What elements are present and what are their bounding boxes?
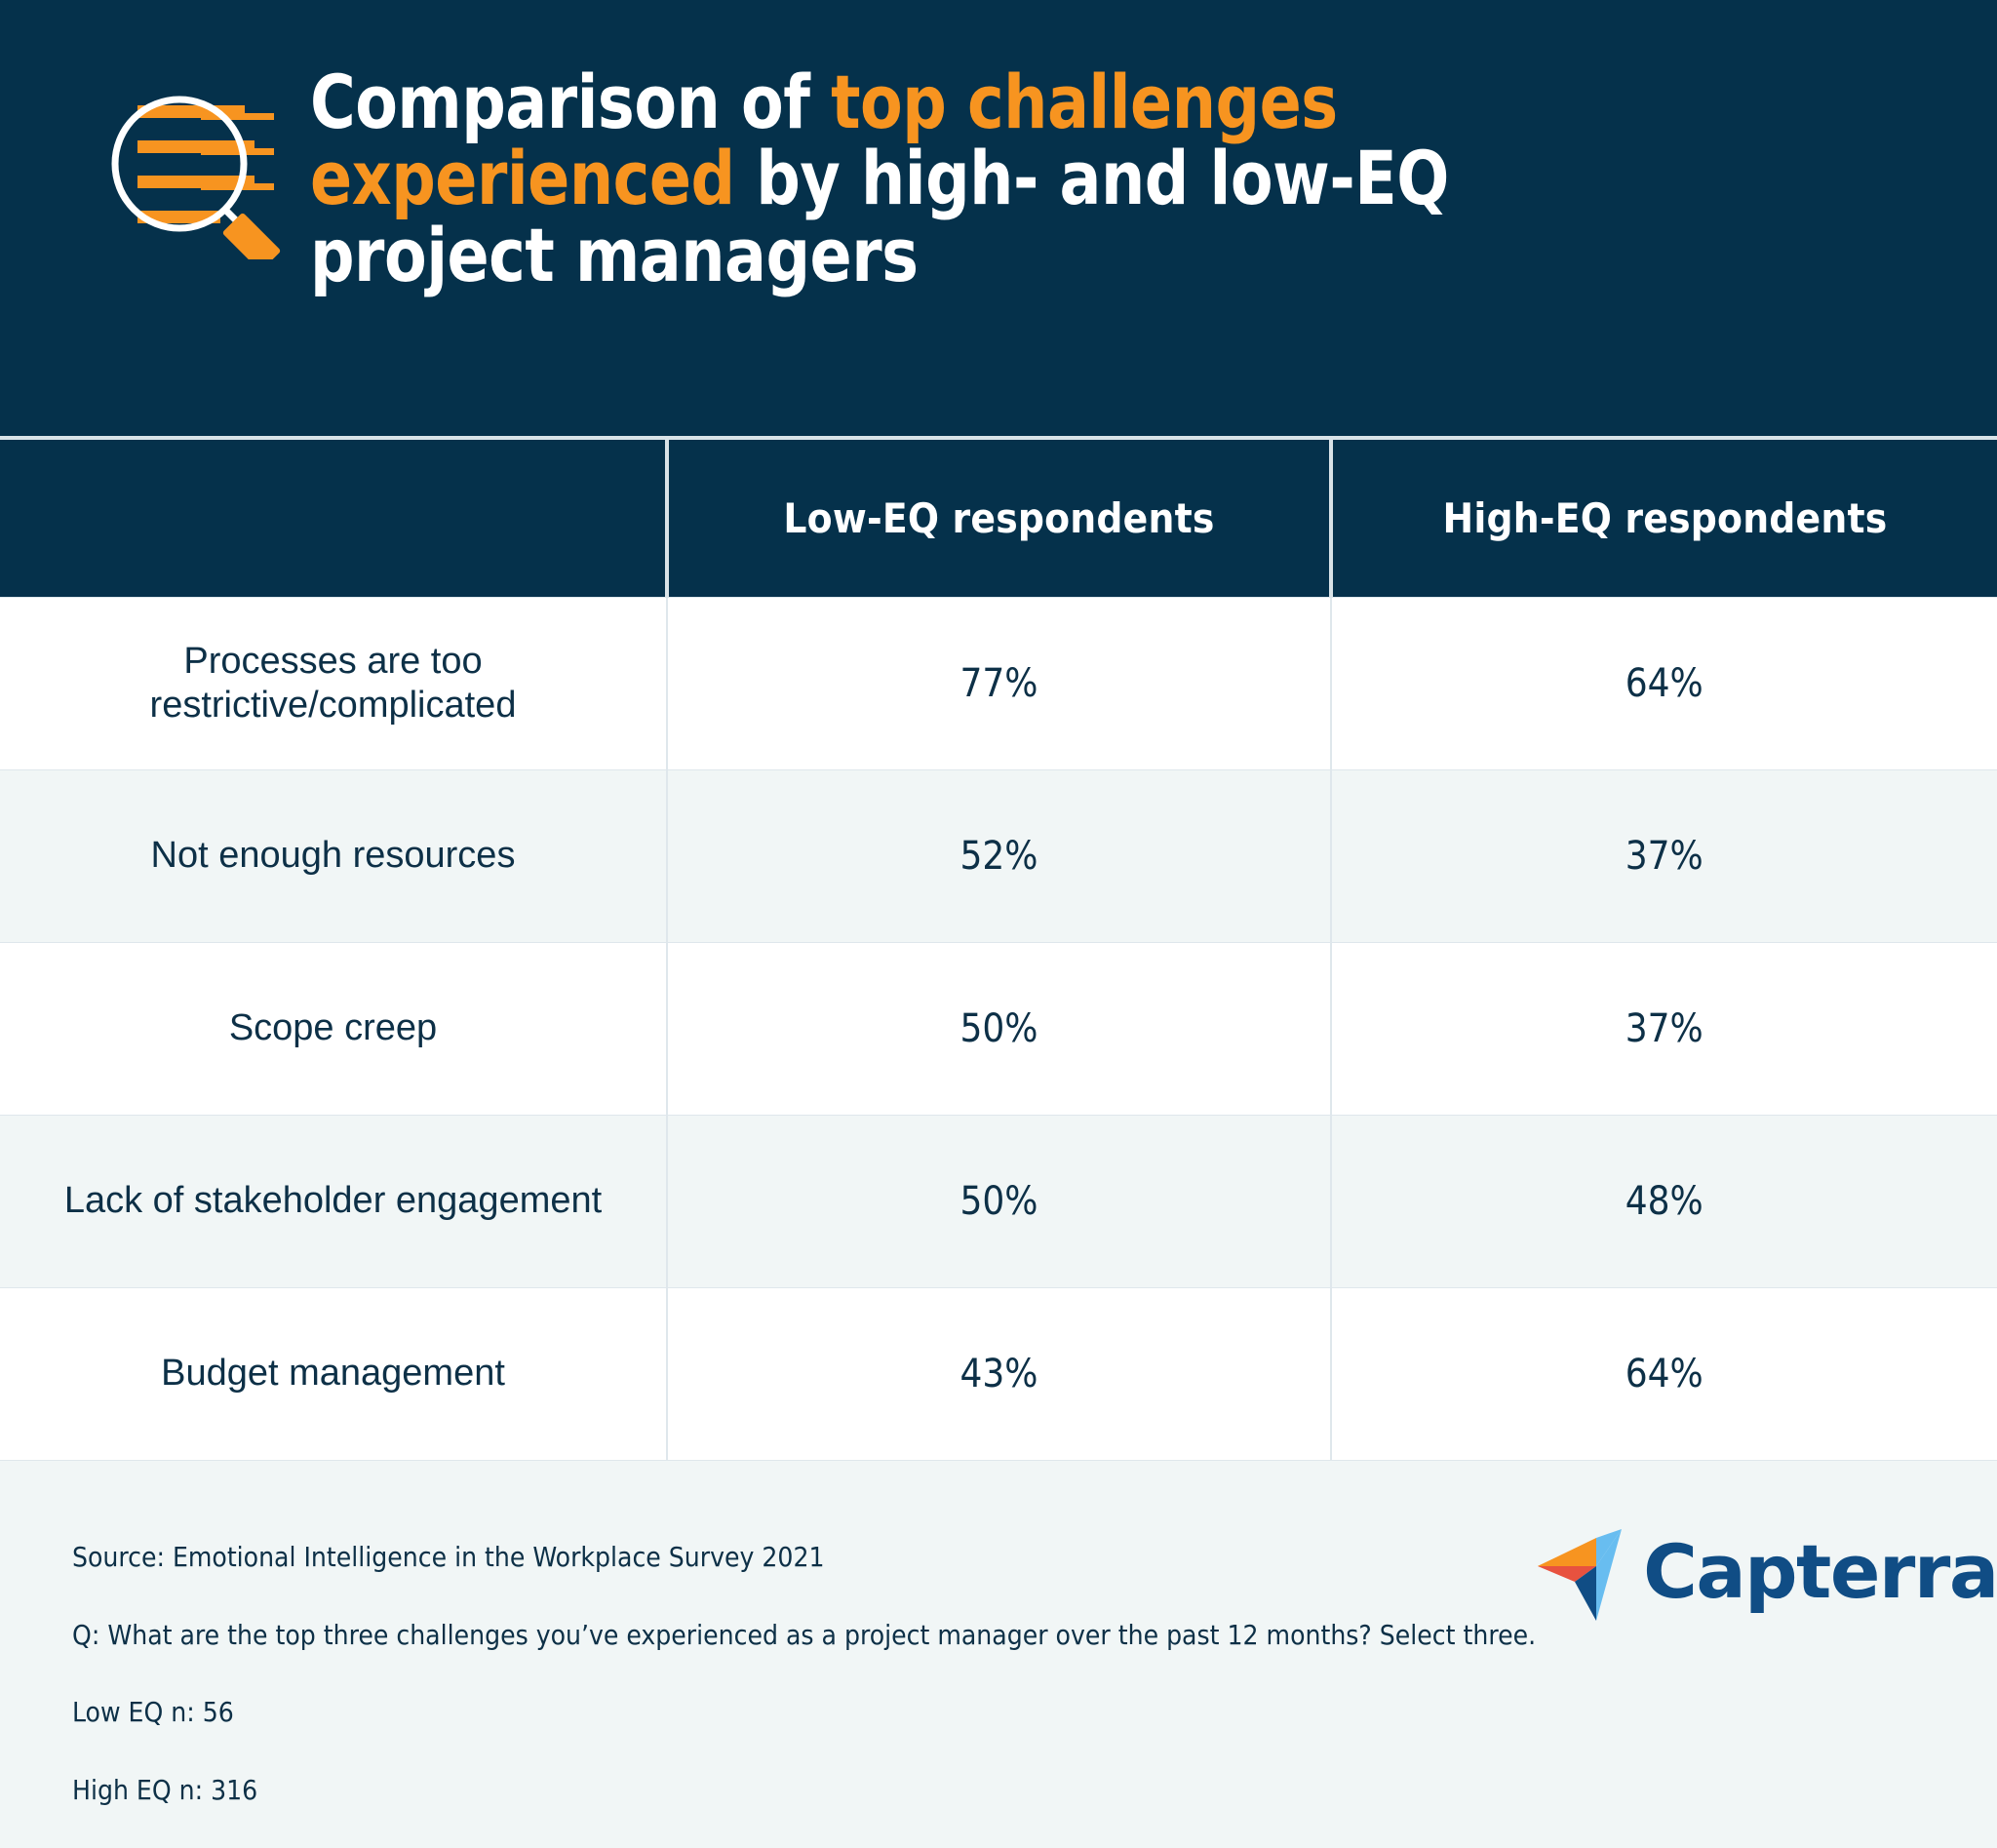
table-row: Not enough resources 52% 37%	[0, 769, 1997, 942]
footer-band: Source: Emotional Intelligence in the Wo…	[0, 1461, 1997, 1695]
low-eq-n-line: Low EQ n: 56	[72, 1693, 1536, 1732]
cell-high-eq: 64%	[1331, 597, 1997, 769]
title-segment-0: Comparison of	[310, 59, 831, 145]
question-line: Q: What are the top three challenges you…	[72, 1616, 1536, 1655]
row-label: Lack of stakeholder engagement	[0, 1115, 667, 1287]
capterra-logo: Capterra	[1536, 1521, 1997, 1623]
table-row: Budget management 43% 64%	[0, 1287, 1997, 1460]
table-row: Processes are too restrictive/complicate…	[0, 597, 1997, 769]
cell-high-eq: 37%	[1331, 942, 1997, 1115]
table-row: Lack of stakeholder engagement 50% 48%	[0, 1115, 1997, 1287]
header-content: Comparison of top challenges experienced…	[0, 0, 1997, 294]
column-header-high-eq: High-EQ respondents	[1331, 438, 1997, 597]
table-header: Low-EQ respondents High-EQ respondents	[0, 438, 1997, 597]
cell-low-eq: 50%	[667, 942, 1331, 1115]
page-title: Comparison of top challenges experienced…	[310, 64, 1607, 294]
column-header-challenge	[0, 438, 667, 597]
high-eq-n-line: High EQ n: 316	[72, 1771, 1536, 1810]
row-label: Processes are too restrictive/complicate…	[0, 597, 667, 769]
page-title-block: Comparison of top challenges experienced…	[310, 60, 1704, 294]
cell-low-eq: 50%	[667, 1115, 1331, 1287]
cell-high-eq: 37%	[1331, 769, 1997, 942]
capterra-wordmark: Capterra	[1643, 1535, 1997, 1609]
cell-low-eq: 52%	[667, 769, 1331, 942]
source-line: Source: Emotional Intelligence in the Wo…	[72, 1538, 1536, 1577]
column-header-low-eq: Low-EQ respondents	[667, 438, 1331, 597]
source-notes: Source: Emotional Intelligence in the Wo…	[72, 1500, 1536, 1848]
magnifying-glass-chart-icon	[96, 68, 287, 259]
comparison-table: Low-EQ respondents High-EQ respondents P…	[0, 436, 1997, 1461]
comparison-table-wrapper: Low-EQ respondents High-EQ respondents P…	[0, 436, 1997, 1461]
capterra-arrow-icon	[1536, 1521, 1629, 1623]
row-label: Budget management	[0, 1287, 667, 1460]
cell-low-eq: 43%	[667, 1287, 1331, 1460]
header-banner: Comparison of top challenges experienced…	[0, 0, 1997, 436]
cell-high-eq: 64%	[1331, 1287, 1997, 1460]
cell-high-eq: 48%	[1331, 1115, 1997, 1287]
table-row: Scope creep 50% 37%	[0, 942, 1997, 1115]
table-header-row: Low-EQ respondents High-EQ respondents	[0, 438, 1997, 597]
table-body: Processes are too restrictive/complicate…	[0, 597, 1997, 1460]
cell-low-eq: 77%	[667, 597, 1331, 769]
row-label: Scope creep	[0, 942, 667, 1115]
row-label: Not enough resources	[0, 769, 667, 942]
